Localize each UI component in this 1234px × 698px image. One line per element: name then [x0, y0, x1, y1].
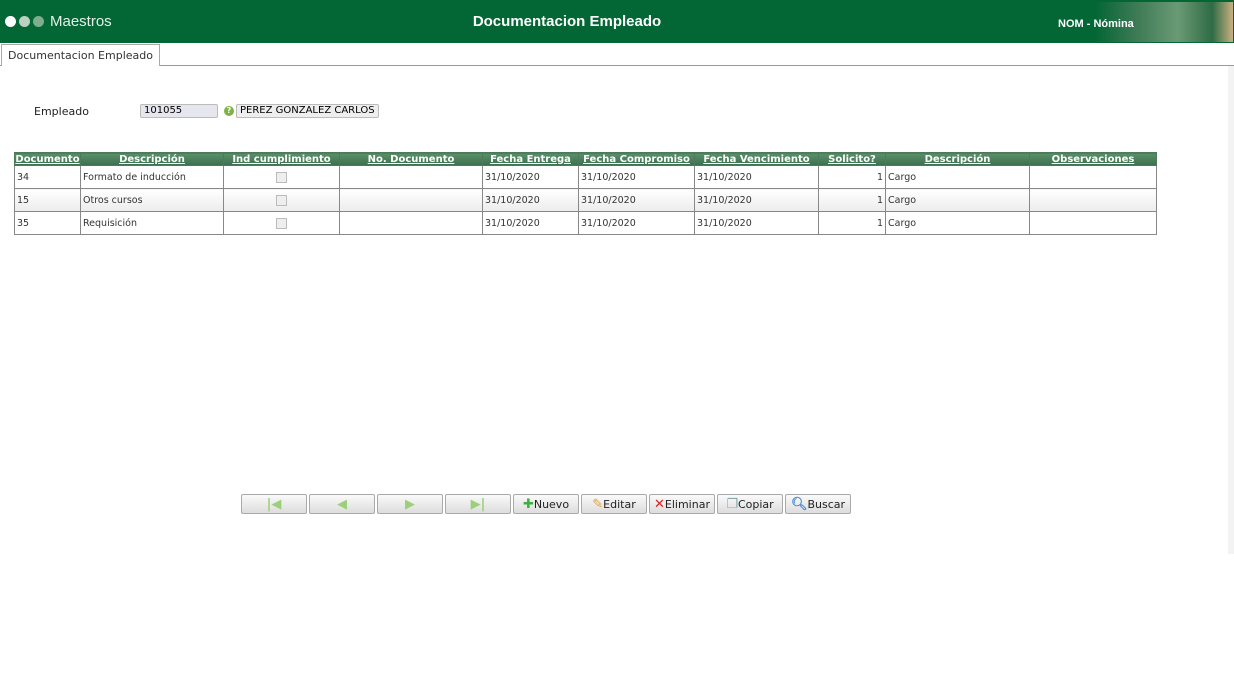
cell-no[interactable] [339, 165, 483, 189]
cell-doc[interactable]: 15 [14, 188, 81, 212]
column-header[interactable]: Fecha Entrega [482, 152, 579, 166]
cell-desc2[interactable]: Cargo [885, 165, 1030, 189]
help-icon[interactable]: ? [224, 106, 234, 116]
cell-compromiso[interactable]: 31/10/2020 [578, 211, 695, 235]
previous-record-button[interactable]: ◀ [309, 494, 375, 514]
app-header: Maestros Documentacion Empleado NOM - Nó… [0, 0, 1234, 43]
arrow-right-icon: ▶ [405, 496, 415, 512]
tab-documentacion-empleado[interactable]: Documentacion Empleado [1, 44, 160, 66]
cell-cumple [223, 188, 340, 212]
table-row[interactable]: 15 Otros cursos 31/10/2020 31/10/2020 31/10/… [14, 188, 1157, 212]
toolbar: |◀ ◀ ▶ ▶| ✚ Nuevo ✎ Editar ✕ Eliminar ❐ Copi… [241, 494, 851, 514]
column-header[interactable]: Observaciones [1029, 152, 1157, 166]
page-title: Documentacion Empleado [472, 13, 662, 30]
cell-entrega[interactable]: 31/10/2020 [482, 165, 579, 189]
eliminar-label: Eliminar [664, 497, 710, 511]
search-icon: 🔍︎ [790, 496, 808, 512]
first-icon: |◀ [266, 496, 282, 512]
copiar-label: Copiar [737, 497, 774, 511]
employee-name-field: PEREZ GONZALEZ CARLOS [236, 104, 379, 118]
buscar-label: Buscar [807, 497, 846, 511]
cell-solicito[interactable]: 1 [818, 188, 886, 212]
nuevo-button[interactable]: ✚ Nuevo [513, 494, 579, 514]
column-header[interactable]: Fecha Compromiso [578, 152, 695, 166]
eliminar-button[interactable]: ✕ Eliminar [649, 494, 715, 514]
arrow-left-icon: ◀ [337, 496, 347, 512]
module-label: NOM - Nómina [1058, 18, 1134, 30]
nuevo-label: Nuevo [533, 497, 570, 511]
cell-cumple [223, 165, 340, 189]
ind-cumplimiento-checkbox[interactable] [276, 171, 287, 183]
ind-cumplimiento-checkbox[interactable] [276, 194, 287, 206]
column-header[interactable]: Documento [14, 152, 81, 166]
cell-obs[interactable] [1029, 211, 1157, 235]
cell-entrega[interactable]: 31/10/2020 [482, 188, 579, 212]
delete-icon: ✕ [654, 496, 665, 512]
cell-desc[interactable]: Otros cursos [80, 188, 224, 212]
copy-icon: ❐ [726, 496, 738, 512]
cell-compromiso[interactable]: 31/10/2020 [578, 165, 695, 189]
pencil-icon: ✎ [592, 496, 604, 512]
cell-cumple [223, 211, 340, 235]
next-record-button[interactable]: ▶ [377, 494, 443, 514]
employee-label: Empleado [34, 105, 89, 118]
table-row[interactable]: 34 Formato de inducción 31/10/2020 31/10/20… [14, 165, 1157, 189]
cell-doc[interactable]: 35 [14, 211, 81, 235]
cell-compromiso[interactable]: 31/10/2020 [578, 188, 695, 212]
column-header[interactable]: Descripción [80, 152, 224, 166]
cell-obs[interactable] [1029, 188, 1157, 212]
documents-table: Documento Descripción Ind cumplimiento No. … [14, 152, 1157, 235]
column-header[interactable]: No. Documento [339, 152, 483, 166]
buscar-button[interactable]: 🔍︎ Buscar [785, 494, 851, 514]
column-header[interactable]: Fecha Vencimiento [694, 152, 819, 166]
plus-icon: ✚ [522, 496, 534, 512]
table-row[interactable]: 35 Requisición 31/10/2020 31/10/2020 31/10/2… [14, 211, 1157, 235]
column-header[interactable]: Ind cumplimiento [223, 152, 340, 166]
editar-label: Editar [603, 497, 636, 511]
cell-no[interactable] [339, 188, 483, 212]
cell-desc[interactable]: Formato de inducción [80, 165, 224, 189]
cell-desc2[interactable]: Cargo [885, 188, 1030, 212]
editar-button[interactable]: ✎ Editar [581, 494, 647, 514]
column-header[interactable]: Descripción [885, 152, 1030, 166]
last-icon: ▶| [470, 496, 486, 512]
first-record-button[interactable]: |◀ [241, 494, 307, 514]
copiar-button[interactable]: ❐ Copiar [717, 494, 783, 514]
employee-code-input[interactable]: 101055 [140, 104, 218, 118]
scrollbar[interactable] [1228, 66, 1234, 554]
cell-vence[interactable]: 31/10/2020 [694, 165, 819, 189]
last-record-button[interactable]: ▶| [445, 494, 511, 514]
cell-obs[interactable] [1029, 165, 1157, 189]
cell-solicito[interactable]: 1 [818, 165, 886, 189]
cell-solicito[interactable]: 1 [818, 211, 886, 235]
tab-divider [0, 65, 1234, 66]
cell-vence[interactable]: 31/10/2020 [694, 188, 819, 212]
cell-no[interactable] [339, 211, 483, 235]
ind-cumplimiento-checkbox[interactable] [276, 217, 287, 229]
column-header[interactable]: Solicito? [818, 152, 886, 166]
cell-desc[interactable]: Requisición [80, 211, 224, 235]
cell-doc[interactable]: 34 [14, 165, 81, 189]
cell-vence[interactable]: 31/10/2020 [694, 211, 819, 235]
cell-entrega[interactable]: 31/10/2020 [482, 211, 579, 235]
cell-desc2[interactable]: Cargo [885, 211, 1030, 235]
